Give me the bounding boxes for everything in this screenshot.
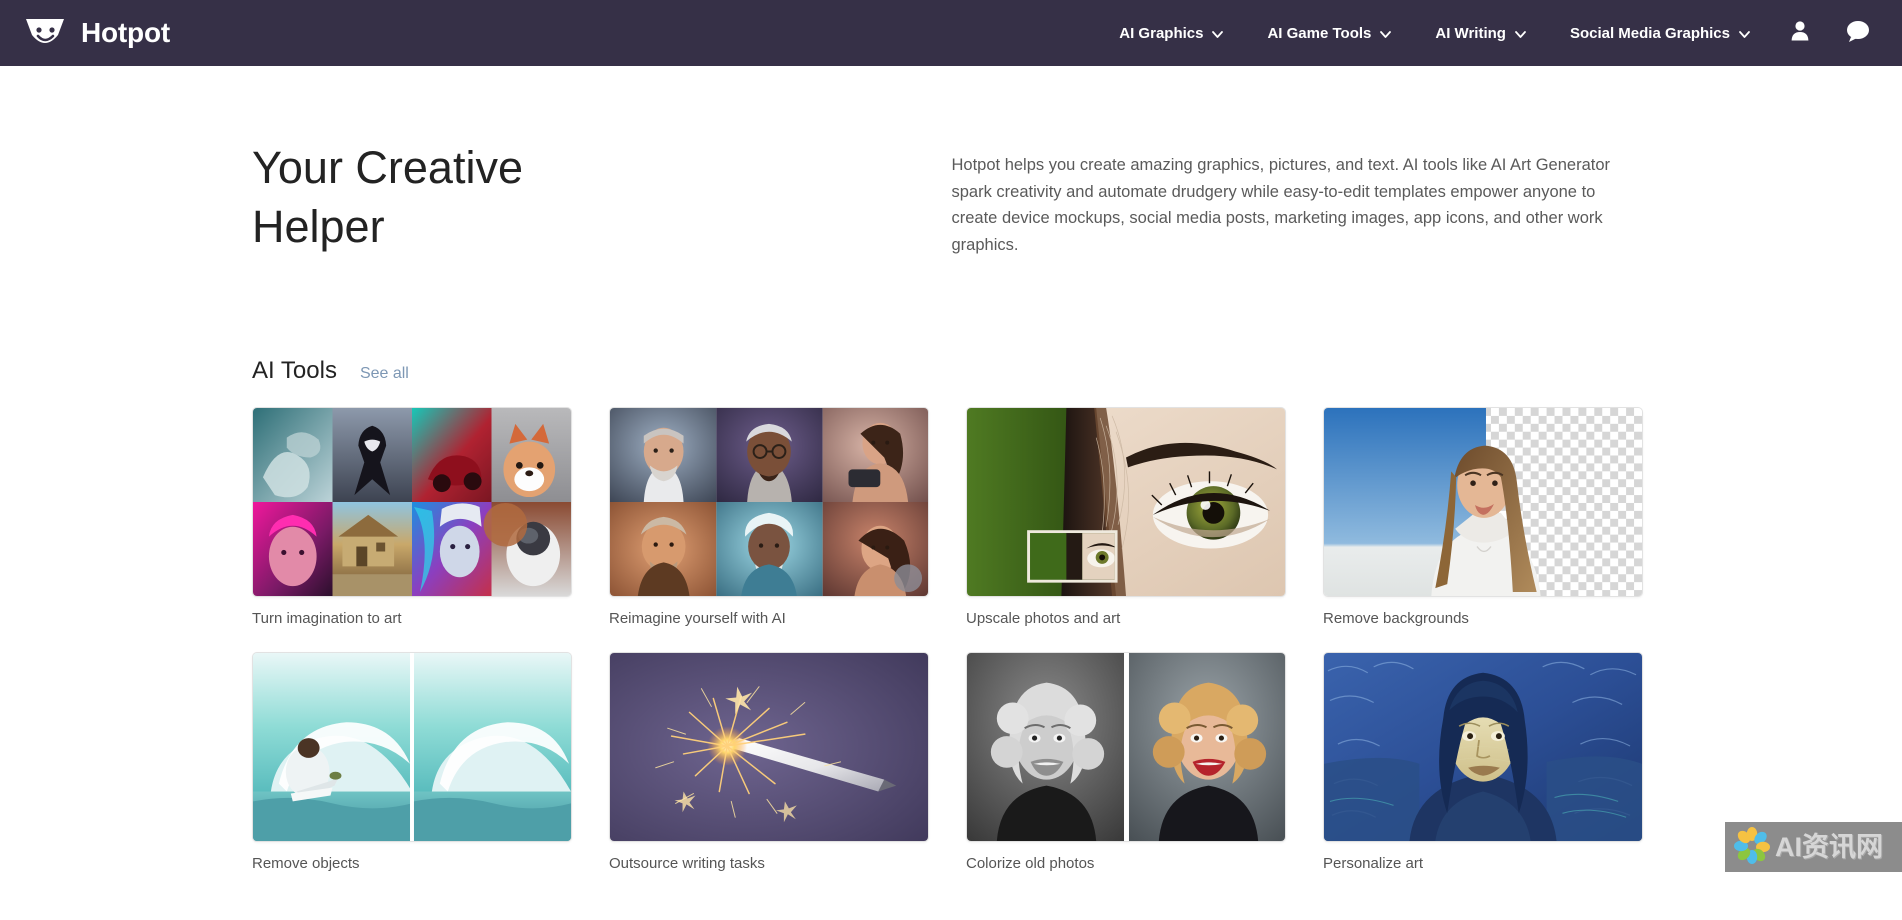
tool-card-label: Remove backgrounds — [1323, 609, 1469, 627]
tool-card-label: Reimagine yourself with AI — [609, 609, 786, 627]
watermark: AI资讯网 — [1725, 822, 1902, 872]
tool-card-thumbnail — [966, 651, 1286, 842]
chat-button[interactable] — [1828, 20, 1878, 47]
brand-name: Hotpot — [81, 17, 170, 48]
hero-left-column: Your Creative Helper — [252, 138, 952, 259]
section-title: AI Tools — [252, 356, 337, 384]
chat-bubble-icon — [1846, 20, 1870, 47]
chevron-down-icon — [1515, 30, 1526, 38]
eye-closeup-upscale-compare-image — [967, 407, 1285, 596]
nav-item-social-media-graphics[interactable]: Social Media Graphics — [1548, 25, 1772, 42]
tool-card-outsource-writing-tasks[interactable]: Outsource writing tasks — [609, 651, 929, 873]
tool-card-label: Outsource writing tasks — [609, 854, 765, 872]
brand-home-link[interactable]: Hotpot — [22, 13, 170, 53]
tool-card-upscale-photos-and-art[interactable]: Upscale photos and art — [966, 406, 1286, 628]
content-container: Your Creative Helper Hotpot helps you cr… — [251, 66, 1651, 873]
surfer-wave-object-removal-image — [253, 652, 571, 841]
tool-card-thumbnail — [252, 651, 572, 842]
tool-card-label: Personalize art — [1323, 854, 1424, 872]
tool-card-thumbnail — [609, 651, 929, 842]
hero-right-column: Hotpot helps you create amazing graphics… — [952, 138, 1652, 259]
page-body: Your Creative Helper Hotpot helps you cr… — [0, 66, 1902, 920]
nav-item-ai-game-tools[interactable]: AI Game Tools — [1245, 25, 1413, 42]
tool-card-label: Upscale photos and art — [966, 609, 1121, 627]
tool-card-label: Turn imagination to art — [252, 609, 402, 627]
mona-lisa-van-gogh-style-image — [1324, 652, 1642, 841]
hotpot-smiley-logo-icon — [22, 13, 68, 53]
ai-tools-grid: Turn imagination to art Reimagine yourse… — [252, 406, 1651, 873]
tool-card-label: Remove objects — [252, 854, 360, 872]
chevron-down-icon — [1212, 30, 1224, 38]
nav-item-label: AI Graphics — [1119, 24, 1204, 42]
hero-section: Your Creative Helper Hotpot helps you cr… — [252, 66, 1651, 259]
tool-card-label: Colorize old photos — [966, 854, 1095, 872]
chevron-down-icon — [1739, 30, 1750, 38]
tool-card-reimagine-yourself-with-ai[interactable]: Reimagine yourself with AI — [609, 406, 929, 628]
tool-card-remove-objects[interactable]: Remove objects — [252, 651, 572, 873]
nav-item-label: AI Writing — [1435, 24, 1506, 42]
ai-tools-section-header: AI Tools See all — [252, 357, 1651, 385]
watermark-text: AI资讯网 — [1775, 831, 1883, 862]
tool-card-thumbnail — [1323, 651, 1643, 842]
nav-item-ai-writing[interactable]: AI Writing — [1413, 25, 1548, 42]
ai-portrait-grid-collage-image — [610, 407, 928, 596]
tool-card-remove-backgrounds[interactable]: Remove backgrounds — [1323, 406, 1643, 628]
user-account-icon — [1790, 20, 1810, 46]
portrait-transparent-background-image — [1324, 407, 1642, 596]
tool-card-thumbnail — [609, 406, 929, 597]
tool-card-personalize-art[interactable]: Personalize art — [1323, 651, 1643, 873]
nav-item-label: AI Game Tools — [1267, 24, 1372, 42]
nav-item-ai-graphics[interactable]: AI Graphics — [1097, 25, 1245, 42]
chevron-down-icon — [1380, 30, 1392, 38]
tool-card-thumbnail — [252, 406, 572, 597]
tool-card-thumbnail — [966, 406, 1286, 597]
ai-art-grid-collage-image — [253, 407, 571, 596]
tool-card-colorize-old-photos[interactable]: Colorize old photos — [966, 651, 1286, 873]
page-title: Your Creative Helper — [252, 142, 523, 253]
hero-description: Hotpot helps you create amazing graphics… — [951, 156, 1611, 255]
see-all-link[interactable]: See all — [360, 365, 409, 383]
bw-to-color-portrait-image — [967, 652, 1285, 841]
sparking-pen-on-purple-image — [610, 652, 928, 841]
pinwheel-flower-logo-icon — [1733, 826, 1771, 869]
tool-card-turn-imagination-to-art[interactable]: Turn imagination to art — [252, 406, 572, 628]
account-button[interactable] — [1772, 20, 1828, 46]
top-navigation-bar: Hotpot AI Graphics AI Game Tools AI Writ… — [0, 0, 1902, 66]
tool-card-thumbnail — [1323, 406, 1643, 597]
nav-item-label: Social Media Graphics — [1569, 24, 1730, 42]
navbar-menu: AI Graphics AI Game Tools AI Writing Soc… — [1097, 20, 1878, 47]
